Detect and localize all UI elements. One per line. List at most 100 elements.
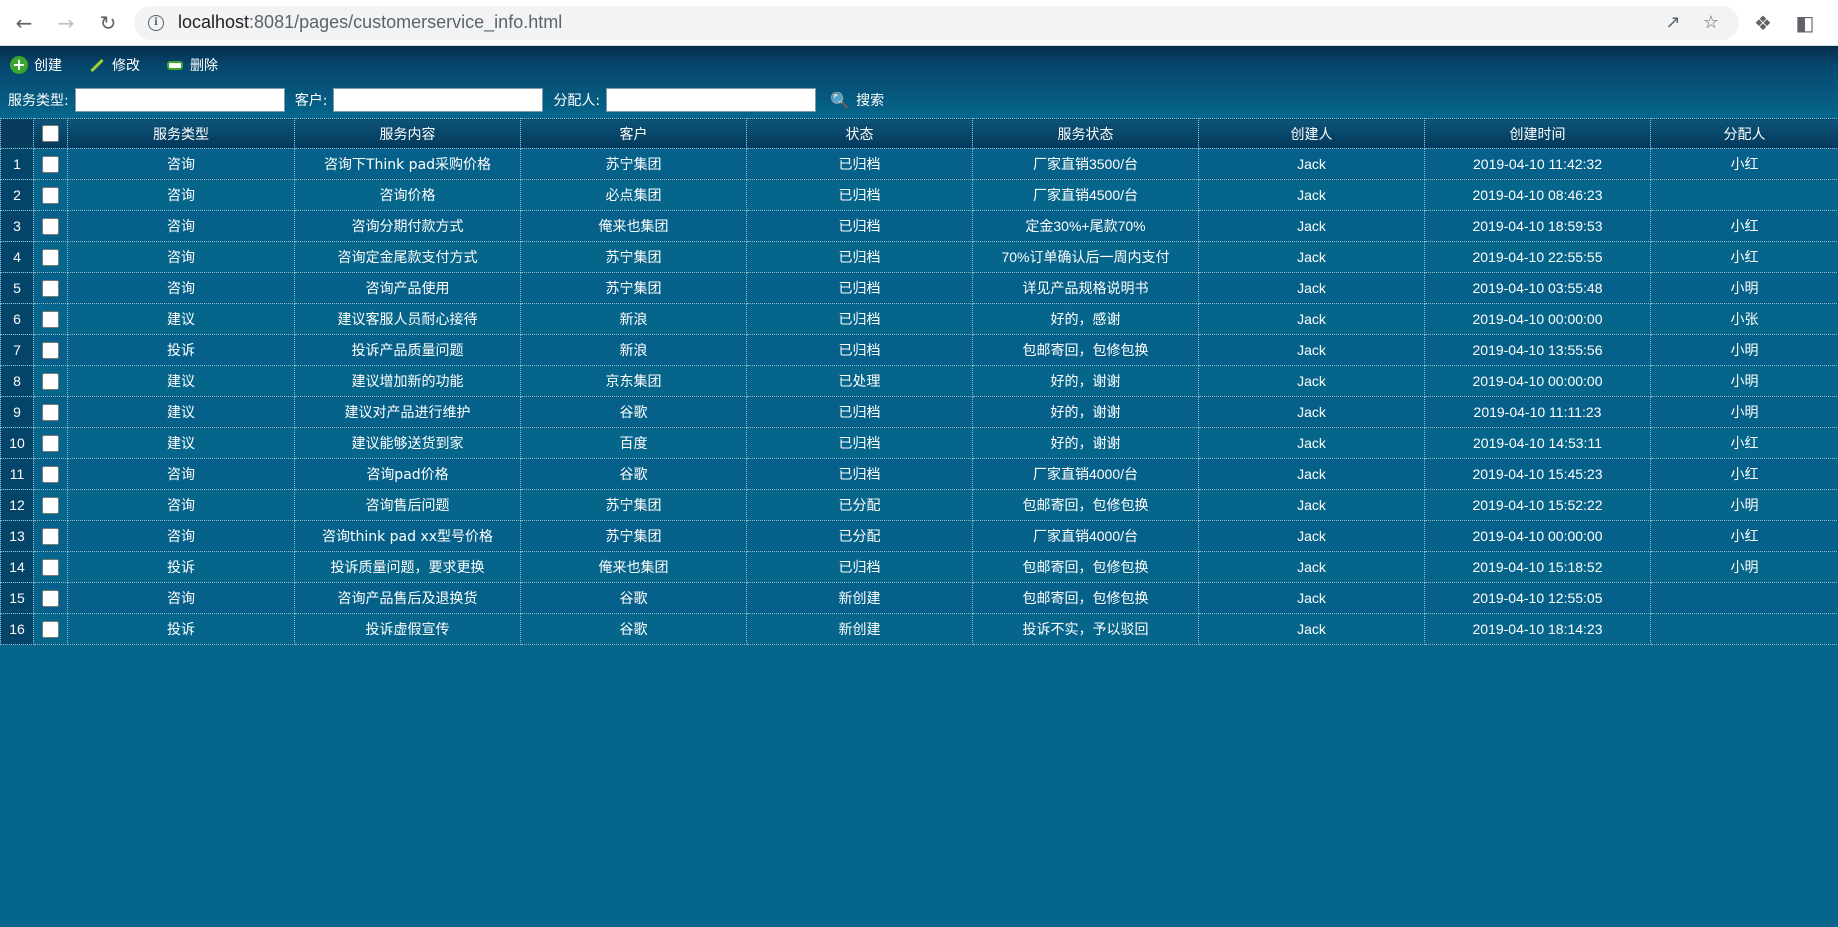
delete-button[interactable]: 删除 xyxy=(166,55,218,75)
row-checkbox[interactable] xyxy=(42,186,59,204)
reload-icon[interactable]: ↻ xyxy=(90,5,126,41)
customer-label: 客户: xyxy=(294,93,328,109)
row-checkbox[interactable] xyxy=(42,341,59,359)
create-button[interactable]: + 创建 xyxy=(10,55,62,75)
row-checkbox[interactable] xyxy=(42,403,59,421)
header-cell[interactable]: 状态 xyxy=(746,118,973,149)
row-checkbox[interactable] xyxy=(42,558,59,576)
header-cell[interactable]: 创建人 xyxy=(1198,118,1425,149)
row-checkbox[interactable] xyxy=(42,155,59,173)
header-cell[interactable]: 分配人 xyxy=(1650,118,1838,149)
table-row[interactable]: 7 投诉 投诉产品质量问题 新浪 已归档 包邮寄回，包修包换 Jack 2019-04-10 … xyxy=(0,334,1838,366)
row-select-cell[interactable] xyxy=(33,396,68,428)
row-checkbox[interactable] xyxy=(42,248,59,266)
table-row[interactable]: 9 建议 建议对产品进行维护 谷歌 已归档 好的，谢谢 Jack 2019-04-10 11:… xyxy=(0,396,1838,428)
service-type-cell: 咨询 xyxy=(67,272,295,304)
address-bar[interactable]: i localhost:8081/pages/customerservice_i… xyxy=(134,5,1739,40)
creator-cell: Jack xyxy=(1198,179,1425,211)
service-type-input[interactable] xyxy=(74,88,285,112)
row-checkbox[interactable] xyxy=(42,434,59,452)
customer-cell: 俺来也集团 xyxy=(520,551,747,583)
created-time-cell: 2019-04-10 14:53:11 xyxy=(1424,427,1651,459)
customer-cell: 俺来也集团 xyxy=(520,210,747,242)
create-label: 创建 xyxy=(34,58,62,74)
select-all-checkbox[interactable] xyxy=(42,125,59,142)
table-row[interactable]: 13 咨询 咨询think pad xx型号价格 苏宁集团 已分配 厂家直销4000/台 J… xyxy=(0,520,1838,552)
row-select-cell[interactable] xyxy=(33,489,68,521)
service-content-cell: 咨询售后问题 xyxy=(294,489,521,521)
status-cell: 已归档 xyxy=(746,396,973,428)
service-status-cell: 包邮寄回，包修包换 xyxy=(972,551,1199,583)
share-icon[interactable]: ↗ xyxy=(1659,12,1687,33)
status-cell: 已归档 xyxy=(746,148,973,180)
site-info-icon[interactable]: i xyxy=(148,14,164,31)
table-row[interactable]: 11 咨询 咨询pad价格 谷歌 已归档 厂家直销4000/台 Jack 2019-04-10… xyxy=(0,458,1838,490)
status-cell: 已归档 xyxy=(746,179,973,211)
table-row[interactable]: 16 投诉 投诉虚假宣传 谷歌 新创建 投诉不实，予以驳回 Jack 2019-04-10 1… xyxy=(0,613,1838,645)
search-button[interactable]: 🔍 搜索 xyxy=(830,90,884,110)
bookmark-star-icon[interactable]: ☆ xyxy=(1697,12,1725,33)
table-row[interactable]: 4 咨询 咨询定金尾款支付方式 苏宁集团 已归档 70%订单确认后一周内支付 Jack 201… xyxy=(0,241,1838,273)
extensions-icon[interactable]: ❖ xyxy=(1745,11,1781,35)
table-row[interactable]: 1 咨询 咨询下Think pad采购价格 苏宁集团 已归档 厂家直销3500/台 Jack… xyxy=(0,148,1838,180)
header-cell[interactable]: 客户 xyxy=(520,118,747,149)
table-row[interactable]: 12 咨询 咨询售后问题 苏宁集团 已分配 包邮寄回，包修包换 Jack 2019-04-10… xyxy=(0,489,1838,521)
table-row[interactable]: 5 咨询 咨询产品使用 苏宁集团 已归档 详见产品规格说明书 Jack 2019-04-10 … xyxy=(0,272,1838,304)
table-row[interactable]: 6 建议 建议客服人员耐心接待 新浪 已归档 好的，感谢 Jack 2019-04-10 00… xyxy=(0,303,1838,335)
customer-input[interactable] xyxy=(333,88,544,112)
header-cell[interactable]: 服务类型 xyxy=(67,118,295,149)
row-select-cell[interactable] xyxy=(33,179,68,211)
header-cell[interactable]: 服务内容 xyxy=(294,118,521,149)
header-cell[interactable]: 服务状态 xyxy=(972,118,1199,149)
row-number: 4 xyxy=(0,241,34,273)
row-select-cell[interactable] xyxy=(33,365,68,397)
row-select-cell[interactable] xyxy=(33,427,68,459)
row-checkbox[interactable] xyxy=(42,496,59,514)
assignee-cell: 小明 xyxy=(1650,272,1838,304)
created-time-cell: 2019-04-10 15:18:52 xyxy=(1424,551,1651,583)
search-label: 搜索 xyxy=(856,93,885,109)
created-time-cell: 2019-04-10 11:11:23 xyxy=(1424,396,1651,428)
edit-button[interactable]: 修改 xyxy=(88,55,140,75)
table-row[interactable]: 8 建议 建议增加新的功能 京东集团 已处理 好的，谢谢 Jack 2019-04-10 00… xyxy=(0,365,1838,397)
row-checkbox[interactable] xyxy=(42,589,59,607)
back-icon[interactable]: ← xyxy=(6,5,42,41)
row-select-cell[interactable] xyxy=(33,241,68,273)
row-select-cell[interactable] xyxy=(33,613,68,645)
row-checkbox[interactable] xyxy=(42,620,59,638)
row-select-cell[interactable] xyxy=(33,210,68,242)
row-checkbox[interactable] xyxy=(42,217,59,235)
creator-cell: Jack xyxy=(1198,427,1425,459)
row-select-cell[interactable] xyxy=(33,582,68,614)
row-checkbox[interactable] xyxy=(42,527,59,545)
assignee-input[interactable] xyxy=(606,88,817,112)
row-select-cell[interactable] xyxy=(33,303,68,335)
service-content-cell: 咨询价格 xyxy=(294,179,521,211)
table-row[interactable]: 15 咨询 咨询产品售后及退换货 谷歌 新创建 包邮寄回，包修包换 Jack 2019-04-… xyxy=(0,582,1838,614)
table-row[interactable]: 3 咨询 咨询分期付款方式 俺来也集团 已归档 定金30%+尾款70% Jack 2019-0… xyxy=(0,210,1838,242)
table-row[interactable]: 14 投诉 投诉质量问题，要求更换 俺来也集团 已归档 包邮寄回，包修包换 Jack 2019… xyxy=(0,551,1838,583)
row-select-cell[interactable] xyxy=(33,551,68,583)
row-checkbox[interactable] xyxy=(42,310,59,328)
row-select-cell[interactable] xyxy=(33,458,68,490)
table-row[interactable]: 10 建议 建议能够送货到家 百度 已归档 好的，谢谢 Jack 2019-04-10 14:… xyxy=(0,427,1838,459)
service-type-cell: 咨询 xyxy=(67,458,295,490)
row-checkbox[interactable] xyxy=(42,279,59,297)
side-panel-icon[interactable]: ◧ xyxy=(1787,11,1823,35)
service-content-cell: 建议增加新的功能 xyxy=(294,365,521,397)
service-content-cell: 建议能够送货到家 xyxy=(294,427,521,459)
header-cell[interactable]: 创建时间 xyxy=(1424,118,1651,149)
service-content-cell: 咨询产品使用 xyxy=(294,272,521,304)
forward-icon[interactable]: → xyxy=(48,5,84,41)
service-status-cell: 好的，谢谢 xyxy=(972,427,1199,459)
row-select-cell[interactable] xyxy=(33,334,68,366)
row-number: 1 xyxy=(0,148,34,180)
row-select-cell[interactable] xyxy=(33,520,68,552)
created-time-cell: 2019-04-10 18:14:23 xyxy=(1424,613,1651,645)
row-checkbox[interactable] xyxy=(42,465,59,483)
header-select-all[interactable] xyxy=(33,118,68,149)
row-select-cell[interactable] xyxy=(33,148,68,180)
table-row[interactable]: 2 咨询 咨询价格 必点集团 已归档 厂家直销4500/台 Jack 2019-04-10 0… xyxy=(0,179,1838,211)
row-select-cell[interactable] xyxy=(33,272,68,304)
row-checkbox[interactable] xyxy=(42,372,59,390)
